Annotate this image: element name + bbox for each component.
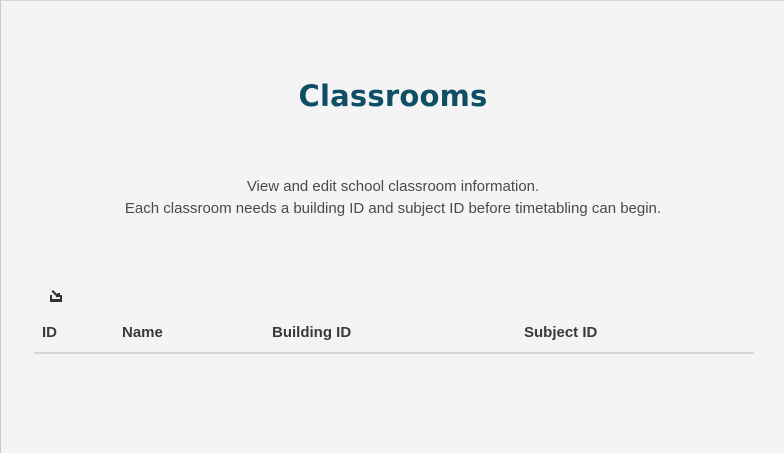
table-header: ID Name Building ID Subject ID — [34, 321, 754, 354]
column-header-subject-id[interactable]: Subject ID — [524, 324, 597, 341]
column-header-name[interactable]: Name — [122, 324, 163, 341]
export-icon — [50, 290, 62, 302]
description-line-1: View and edit school classroom informati… — [246, 178, 540, 195]
page-title: Classrooms — [298, 79, 488, 113]
column-header-id[interactable]: ID — [42, 324, 57, 341]
column-header-building-id[interactable]: Building ID — [272, 324, 351, 341]
description-line-2: Each classroom needs a building ID and s… — [124, 200, 662, 217]
page-description: View and edit school classroom informati… — [1, 176, 784, 220]
export-button[interactable] — [47, 285, 67, 305]
